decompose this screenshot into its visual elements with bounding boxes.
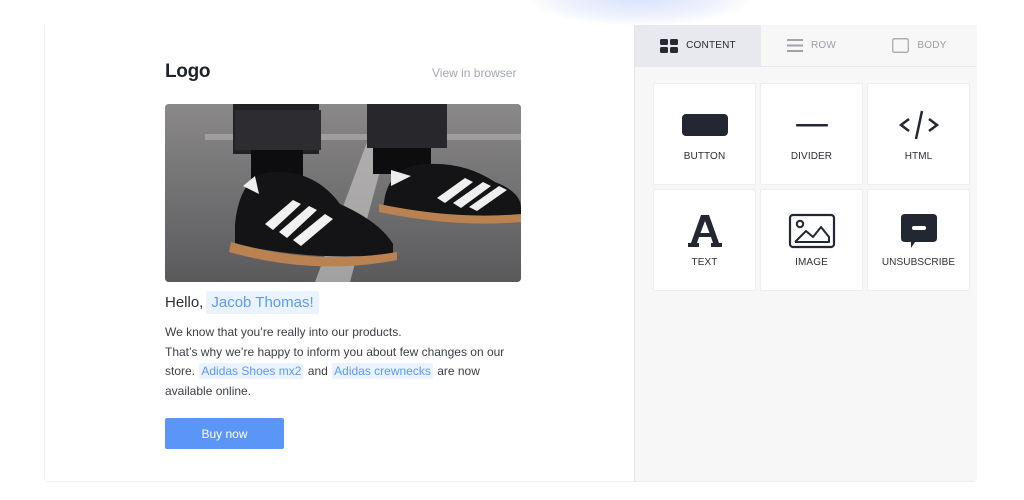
editor-frame: Logo View in browser Hello, Jacob Thomas… (44, 25, 977, 482)
email-body-text: We know that you’re really into our prod… (165, 323, 535, 401)
body-line-3: store. Adidas Shoes mx2 and Adidas crewn… (165, 362, 535, 382)
body-line-4: available online. (165, 383, 252, 398)
tab-row-label: ROW (810, 40, 837, 51)
and-text: and (307, 364, 328, 378)
rows-icon (786, 39, 803, 52)
square-icon (892, 38, 910, 53)
suffix-text: are now (437, 364, 480, 378)
store-prefix: store. (165, 364, 196, 378)
tab-body[interactable]: BODY (862, 25, 977, 66)
recipient-name-tag[interactable]: Jacob Thomas! (206, 291, 319, 314)
block-button-label: BUTTON (683, 150, 726, 162)
email-logo: Logo (165, 61, 211, 82)
background-glow (530, 0, 750, 25)
unsubscribe-icon (900, 213, 937, 248)
content-blocks-grid: BUTTON DIVIDER HTML TEXT IMAGE UNSUBSCRI… (653, 83, 970, 291)
product-tag-1[interactable]: Adidas Shoes mx2 (199, 363, 304, 379)
body-line-2: That’s why we’re happy to inform you abo… (165, 344, 505, 359)
body-line-1: We know that you’re really into our prod… (165, 325, 402, 339)
block-html-label: HTML (904, 150, 933, 162)
text-icon (687, 214, 722, 247)
sidebar-tabs: CONTENT ROW BODY (635, 25, 977, 67)
view-in-browser-link[interactable]: View in browser (432, 66, 516, 80)
tab-body-label: BODY (917, 40, 947, 51)
block-image-label: IMAGE (795, 256, 828, 268)
block-divider[interactable]: DIVIDER (760, 83, 863, 185)
product-tag-2[interactable]: Adidas crewnecks (332, 363, 433, 379)
button-icon (681, 113, 728, 136)
tab-content-label: CONTENT (686, 40, 736, 51)
tab-content[interactable]: CONTENT (635, 25, 761, 66)
block-html[interactable]: HTML (867, 83, 970, 185)
block-image[interactable]: IMAGE (760, 189, 863, 291)
buy-now-button[interactable]: Buy now (165, 418, 284, 449)
editor-sidebar: CONTENT ROW BODY BUTTON DIVIDER HTML TEX… (634, 25, 977, 481)
block-divider-label: DIVIDER (790, 150, 833, 162)
greeting: Hello, Jacob Thomas! (165, 291, 319, 314)
tab-row[interactable]: ROW (761, 25, 862, 66)
email-preview: Logo View in browser Hello, Jacob Thomas… (45, 25, 634, 481)
code-icon (898, 110, 939, 139)
divider-icon (795, 123, 828, 126)
block-button[interactable]: BUTTON (653, 83, 756, 185)
greeting-text: Hello, (165, 294, 204, 311)
grid-icon (660, 38, 679, 53)
block-text-label: TEXT (691, 256, 718, 268)
block-text[interactable]: TEXT (653, 189, 756, 291)
image-icon (788, 213, 835, 248)
block-unsubscribe[interactable]: UNSUBSCRIBE (867, 189, 970, 291)
sneakers-photo (165, 104, 521, 282)
block-unsubscribe-label: UNSUBSCRIBE (881, 256, 956, 268)
hero-image[interactable] (165, 104, 521, 282)
